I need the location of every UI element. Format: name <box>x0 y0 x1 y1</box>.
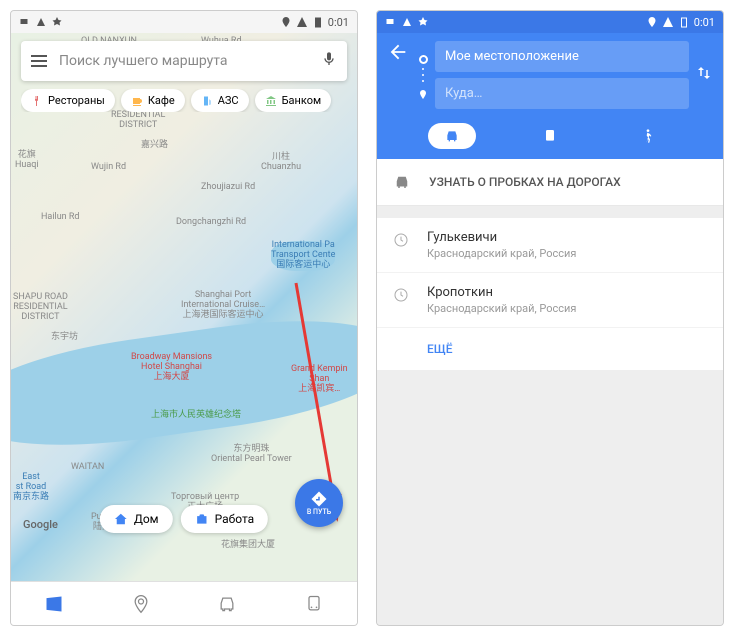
map-label: Zhoujiazui Rd <box>201 183 255 193</box>
map-label: 东宇坊 <box>51 333 78 343</box>
map-label: Grand Kempin Shan 上海凯宾… <box>291 365 348 395</box>
battery-icon <box>312 16 324 28</box>
status-icon <box>35 16 47 28</box>
bottom-nav <box>11 581 357 625</box>
map-label: Dongchangzhi Rd <box>176 218 246 228</box>
map-label: International Pa Transport Cente 国际客运中心 <box>271 241 335 271</box>
nav-drive[interactable] <box>184 582 271 625</box>
home-chip[interactable]: Дом <box>100 505 173 533</box>
status-bar: 0:01 <box>377 11 723 33</box>
chip-cafe[interactable]: Кафе <box>121 89 185 112</box>
chip-restaurants[interactable]: Рестораны <box>21 89 115 112</box>
bank-icon <box>265 95 277 107</box>
mic-icon[interactable] <box>321 51 337 71</box>
briefcase-icon <box>195 512 209 526</box>
nav-explore[interactable] <box>11 582 98 625</box>
menu-icon[interactable] <box>31 55 47 67</box>
route-dots <box>417 45 429 105</box>
status-icon <box>401 16 413 28</box>
status-icon <box>19 16 31 28</box>
map-label: Broadway Mansions Hotel Shanghai 上海大厦 <box>131 353 212 383</box>
map-label: 上海市人民英雄纪念塔 <box>151 411 241 421</box>
map-label: East st Road 南京东路 <box>13 473 49 503</box>
map-label: WAITAN <box>71 463 104 473</box>
status-icon <box>51 16 63 28</box>
map-label: 川柱 Chuanzhu <box>261 153 301 173</box>
status-bar: 0:01 <box>11 11 357 33</box>
phone-map: 0:01 OLD NANXUN Wuhua Rd RESIDENTIAL DIS… <box>10 10 358 626</box>
traffic-card[interactable]: УЗНАТЬ О ПРОБКАХ НА ДОРОГАХ <box>377 159 723 206</box>
home-work-chips: Дом Работа <box>100 505 268 533</box>
clock-icon <box>393 232 409 248</box>
map-label: Hailun Rd <box>41 213 79 223</box>
recent-list: Гулькевичи Краснодарский край, Россия Кр… <box>377 218 723 370</box>
recent-item[interactable]: Кропоткин Краснодарский край, Россия <box>377 273 723 328</box>
directions-header: Мое местоположение Куда… <box>377 33 723 159</box>
search-bar[interactable]: Поиск лучшего маршрута <box>21 41 347 81</box>
nav-transit[interactable] <box>271 582 358 625</box>
location-icon <box>280 16 292 28</box>
category-chips: Рестораны Кафе АЗС Банком <box>21 89 357 112</box>
status-icon <box>385 16 397 28</box>
recent-item[interactable]: Гулькевичи Краснодарский край, Россия <box>377 218 723 273</box>
map-label: 花旗 Huaqi <box>15 151 39 171</box>
battery-icon <box>678 16 690 28</box>
signal-icon <box>662 16 674 28</box>
home-icon <box>114 512 128 526</box>
phone-directions: 0:01 Мое местоположение Куда… <box>376 10 724 626</box>
clock-icon <box>393 287 409 303</box>
empty-area <box>377 370 723 625</box>
search-placeholder: Поиск лучшего маршрута <box>59 53 309 69</box>
signal-icon <box>296 16 308 28</box>
directions-fab[interactable]: В ПУТЬ <box>295 479 343 527</box>
mode-car[interactable] <box>428 123 476 149</box>
chip-bank[interactable]: Банком <box>255 89 332 112</box>
destination-input[interactable]: Куда… <box>435 78 689 109</box>
map-label: SHAPU ROAD RESIDENTIAL DISTRICT <box>13 293 68 323</box>
map-label: 嘉兴路 <box>141 141 168 151</box>
location-icon <box>646 16 658 28</box>
chip-gas[interactable]: АЗС <box>191 89 249 112</box>
map-label: Wujin Rd <box>91 163 126 173</box>
swap-button[interactable] <box>695 64 713 86</box>
map-label: 花旗集团大厦 <box>221 541 275 551</box>
origin-input[interactable]: Мое местоположение <box>435 41 689 72</box>
gas-icon <box>201 95 213 107</box>
map-label: RESIDENTIAL DISTRICT <box>111 111 165 131</box>
fork-knife-icon <box>31 95 43 107</box>
status-icon <box>417 16 429 28</box>
mode-transit[interactable] <box>526 123 574 149</box>
more-button[interactable]: ЕЩЁ <box>377 328 723 370</box>
car-icon <box>393 173 411 191</box>
directions-icon <box>310 490 328 508</box>
mode-walk[interactable] <box>624 123 672 149</box>
status-time: 0:01 <box>328 16 349 29</box>
map-canvas[interactable]: OLD NANXUN Wuhua Rd RESIDENTIAL DISTRICT… <box>11 33 357 581</box>
map-label: 东方明珠 Oriental Pearl Tower <box>211 445 292 465</box>
google-logo: Google <box>23 518 58 531</box>
coffee-icon <box>131 95 143 107</box>
status-time: 0:01 <box>694 16 715 29</box>
travel-mode-tabs <box>377 117 723 159</box>
work-chip[interactable]: Работа <box>181 505 269 533</box>
back-button[interactable] <box>387 41 409 67</box>
map-label: Shanghai Port International Cruise… 上海港国… <box>181 291 265 321</box>
nav-saved[interactable] <box>98 582 185 625</box>
